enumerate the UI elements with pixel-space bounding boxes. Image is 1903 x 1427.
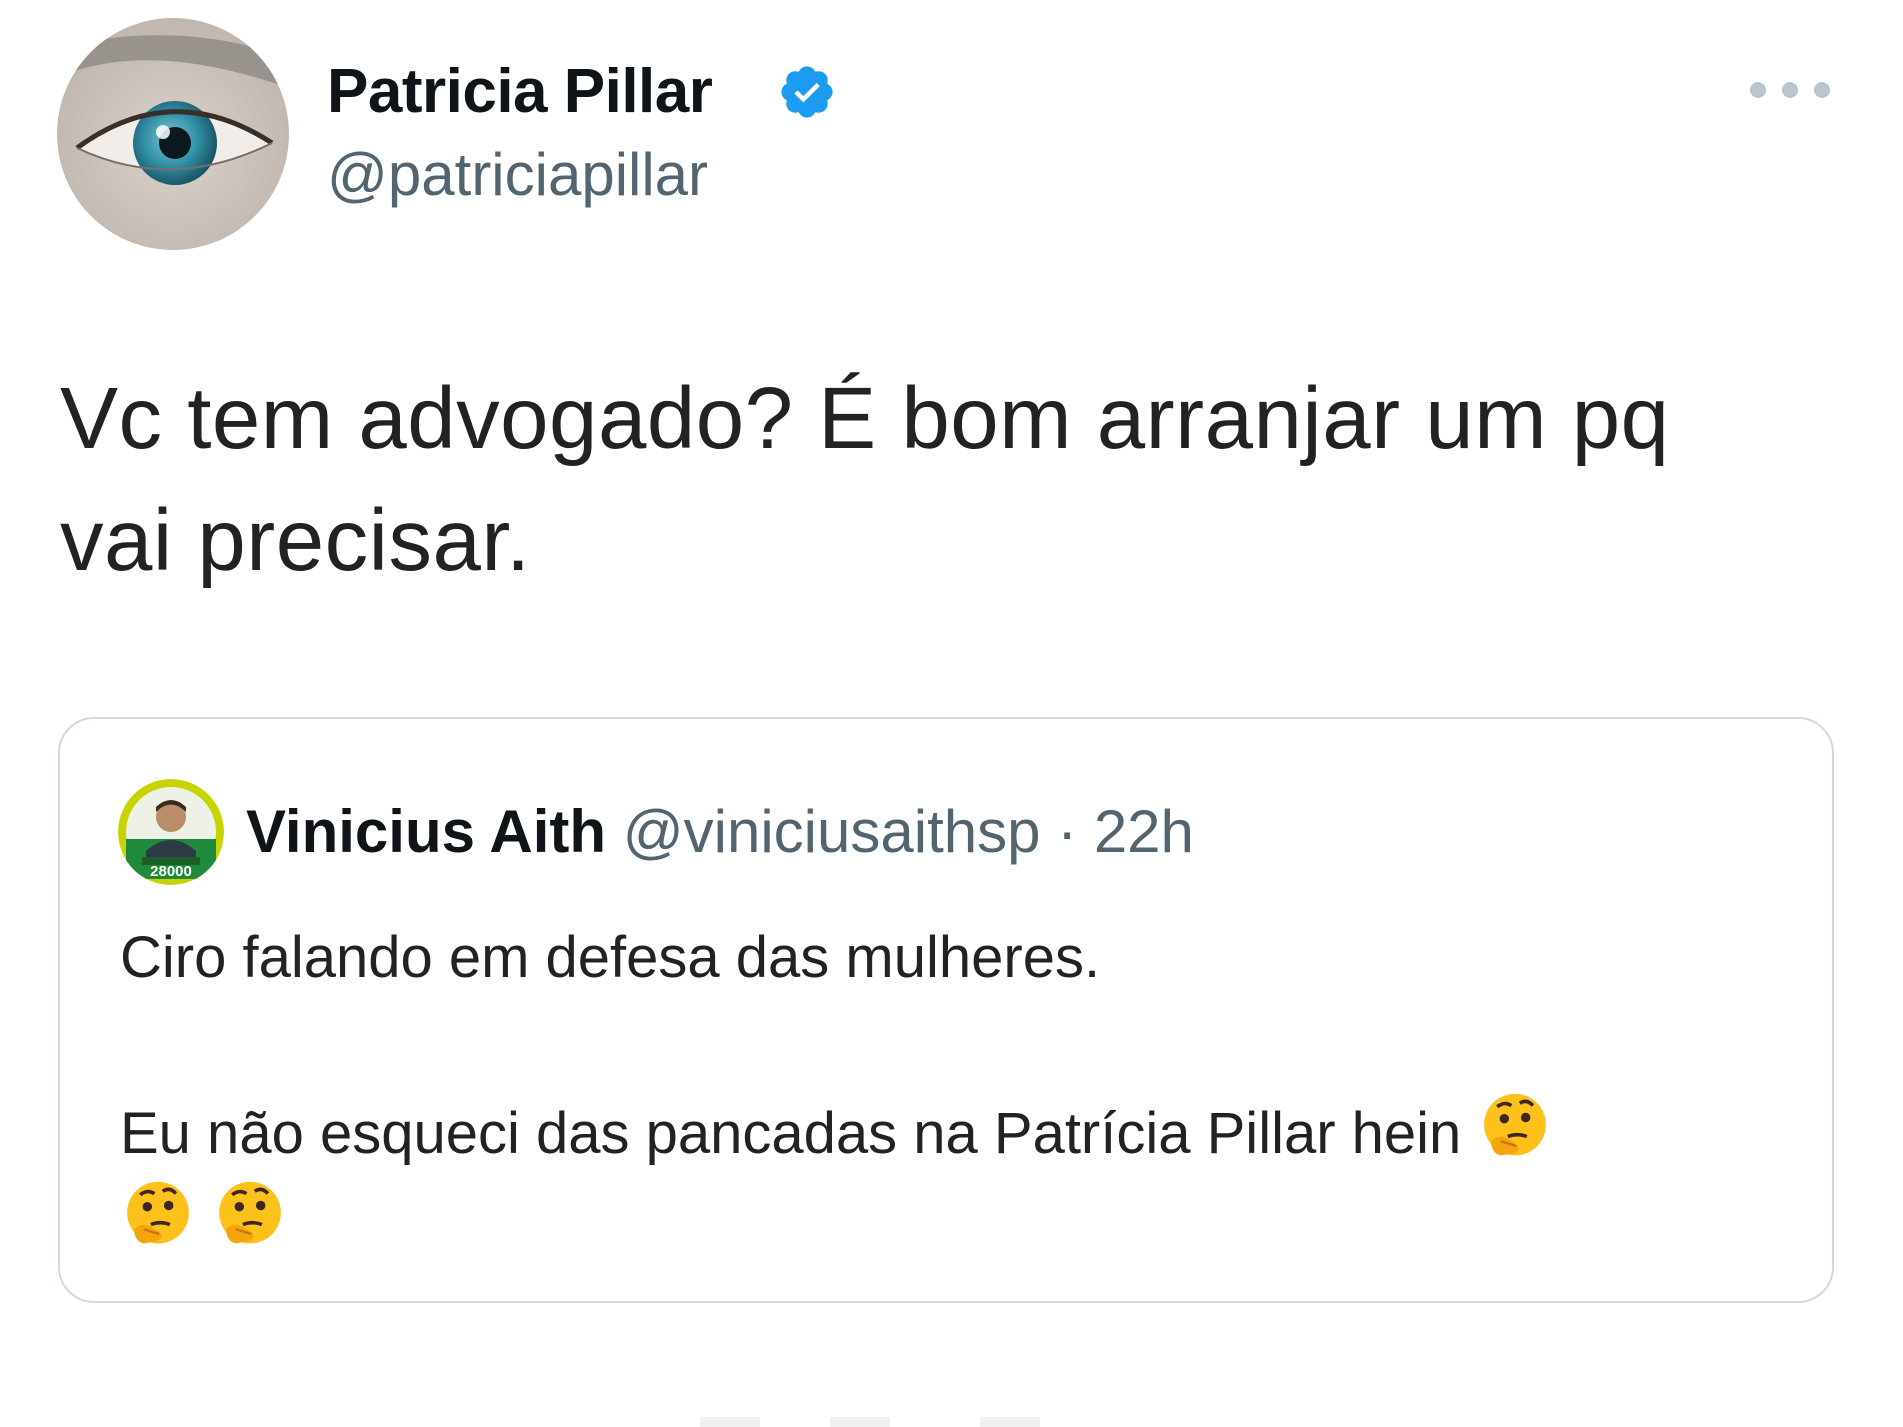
tweet-text-line: Vc tem advogado? É bom arranjar um pq: [60, 370, 1670, 467]
author-avatar[interactable]: [57, 18, 289, 250]
more-options-icon[interactable]: [1750, 70, 1830, 110]
quoted-author-handle[interactable]: @viniciusaithsp: [623, 798, 1041, 865]
quoted-text-line: Eu não esqueci das pancadas na Patrícia …: [120, 1101, 1462, 1166]
dot: [1814, 82, 1830, 98]
quoted-tweet-card[interactable]: 28000 Vinicius Aith @viniciusaithsp · 22…: [58, 717, 1834, 1303]
tweet-text-line: vai precisar.: [60, 492, 531, 589]
quoted-text-line: Ciro falando em defesa das mulheres.: [120, 925, 1101, 990]
author-handle[interactable]: @patriciapillar: [327, 140, 708, 210]
tweet: Patricia Pillar @patriciapillar Vc tem a…: [0, 0, 1903, 1427]
quoted-text-paragraph: Eu não esqueci das pancadas na Patrícia …: [120, 1089, 1780, 1177]
quoted-tweet-text: Ciro falando em defesa das mulheres. Eu …: [120, 915, 1780, 1265]
quoted-author-name[interactable]: Vinicius Aith: [246, 798, 606, 865]
quoted-author-avatar[interactable]: 28000: [118, 779, 224, 885]
cropped-row-remnant: [700, 1417, 1040, 1427]
emoji-row: [120, 1177, 1780, 1265]
thinking-face-icon: [1484, 1093, 1547, 1156]
thinking-face-icon: [219, 1181, 281, 1244]
verified-badge-icon: [781, 66, 833, 118]
eye-avatar-image: [57, 18, 289, 250]
author-name[interactable]: Patricia Pillar: [327, 56, 713, 128]
quoted-tweet-header: Vinicius Aith @viniciusaithsp · 22h: [246, 797, 1194, 867]
dot: [1750, 82, 1766, 98]
avatar-badge-number: 28000: [150, 863, 192, 880]
tweet-text: Vc tem advogado? É bom arranjar um pq va…: [60, 358, 1850, 602]
quoted-tweet-timestamp[interactable]: 22h: [1094, 798, 1194, 865]
campaign-avatar-image: 28000: [118, 779, 224, 885]
thinking-face-icon: [127, 1181, 189, 1244]
dot: [1782, 82, 1798, 98]
header-separator: ·: [1057, 798, 1078, 865]
